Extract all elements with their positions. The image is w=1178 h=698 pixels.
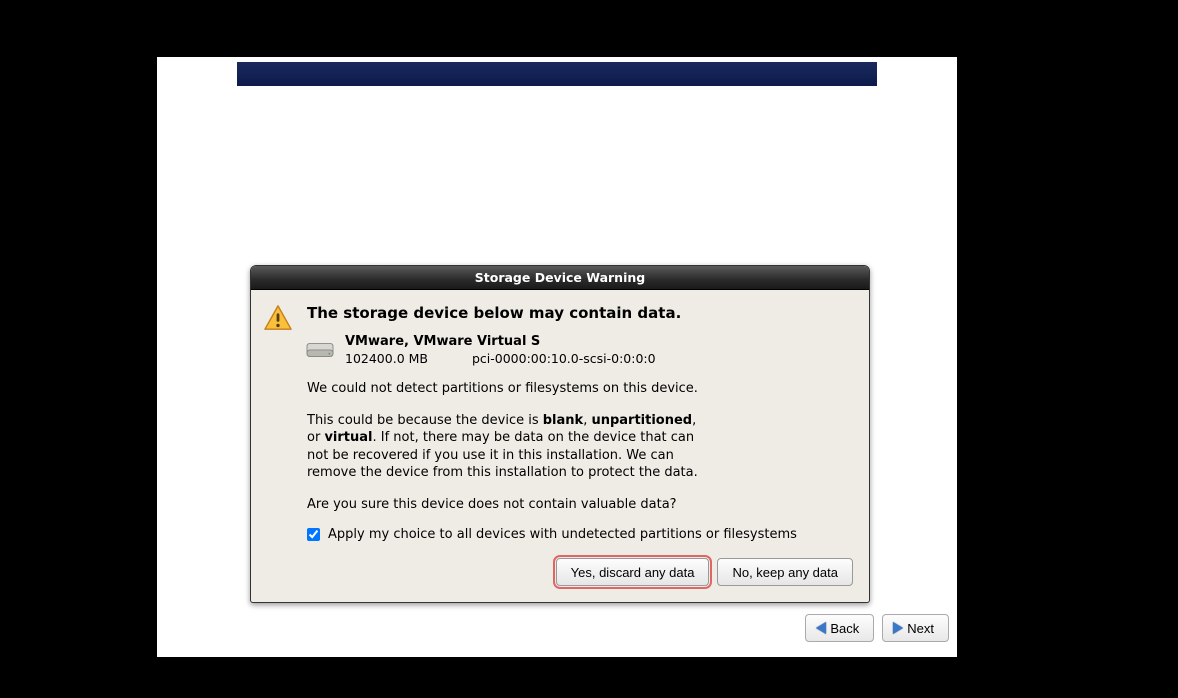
device-path: pci-0000:00:10.0-scsi-0:0:0:0 <box>472 351 656 366</box>
arrow-left-icon <box>816 622 826 634</box>
header-band <box>237 62 877 86</box>
warning-triangle-icon <box>263 304 293 332</box>
device-row: VMware, VMware Virtual S 102400.0 MB pci… <box>307 334 855 366</box>
device-meta: 102400.0 MB pci-0000:00:10.0-scsi-0:0:0:… <box>345 351 656 366</box>
storage-warning-dialog: Storage Device Warning The storage devic… <box>250 265 870 603</box>
dialog-title: Storage Device Warning <box>251 266 869 290</box>
next-button[interactable]: Next <box>882 614 949 642</box>
no-keep-button[interactable]: No, keep any data <box>717 558 853 586</box>
warning-para-1: We could not detect partitions or filesy… <box>307 380 707 398</box>
yes-discard-button[interactable]: Yes, discard any data <box>556 558 710 586</box>
warning-para-3: Are you sure this device does not contai… <box>307 496 707 514</box>
apply-all-label: Apply my choice to all devices with unde… <box>328 527 797 542</box>
nav-button-row: Back Next <box>805 614 949 642</box>
dialog-heading: The storage device below may contain dat… <box>307 304 855 322</box>
back-label: Back <box>830 621 859 636</box>
next-label: Next <box>907 621 934 636</box>
device-name: VMware, VMware Virtual S <box>345 334 656 349</box>
arrow-right-icon <box>893 622 903 634</box>
dialog-button-row: Yes, discard any data No, keep any data <box>307 558 855 588</box>
apply-all-checkbox-row[interactable]: Apply my choice to all devices with unde… <box>307 527 855 542</box>
dialog-body: The storage device below may contain dat… <box>251 290 869 602</box>
back-button[interactable]: Back <box>805 614 874 642</box>
apply-all-checkbox[interactable] <box>307 528 320 541</box>
device-size: 102400.0 MB <box>345 351 428 366</box>
hard-drive-icon <box>305 336 335 362</box>
warning-para-2: This could be because the device is blan… <box>307 412 707 482</box>
